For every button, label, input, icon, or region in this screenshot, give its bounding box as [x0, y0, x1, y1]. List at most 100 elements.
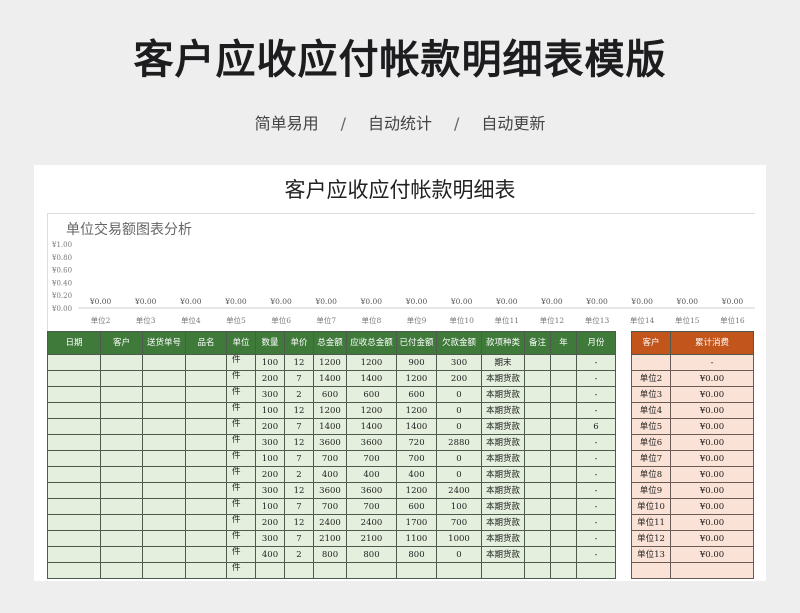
table-cell[interactable]: [481, 562, 525, 579]
table-cell[interactable]: [142, 434, 186, 451]
table-cell[interactable]: [524, 386, 551, 403]
table-cell[interactable]: [142, 466, 186, 483]
table-cell[interactable]: [142, 386, 186, 403]
table-cell[interactable]: [142, 530, 186, 547]
table-cell[interactable]: 件: [226, 370, 256, 387]
table-cell[interactable]: 100: [255, 402, 285, 419]
table-cell[interactable]: [436, 562, 482, 579]
table-cell[interactable]: 件: [226, 482, 256, 499]
table-cell[interactable]: 件: [226, 418, 256, 435]
table-cell[interactable]: 400: [255, 546, 285, 563]
table-cell[interactable]: 1200: [396, 370, 437, 387]
table-cell[interactable]: [524, 562, 551, 579]
table-cell[interactable]: 1200: [313, 354, 347, 371]
table-cell[interactable]: [185, 562, 227, 579]
table-cell[interactable]: [346, 562, 397, 579]
table-cell[interactable]: [100, 482, 143, 499]
summary-cell[interactable]: ¥0.00: [670, 418, 754, 435]
table-cell[interactable]: 本期货款: [481, 434, 525, 451]
table-cell[interactable]: [100, 546, 143, 563]
table-cell[interactable]: 1200: [313, 402, 347, 419]
table-cell[interactable]: 200: [255, 370, 285, 387]
table-cell[interactable]: 700: [436, 514, 482, 531]
table-cell[interactable]: 1200: [346, 402, 397, 419]
table-cell[interactable]: -: [576, 434, 616, 451]
table-cell[interactable]: 2880: [436, 434, 482, 451]
table-cell[interactable]: 400: [313, 466, 347, 483]
table-cell[interactable]: [550, 370, 577, 387]
table-cell[interactable]: 400: [396, 466, 437, 483]
table-cell[interactable]: [47, 418, 101, 435]
table-cell[interactable]: 0: [436, 418, 482, 435]
table-cell[interactable]: [550, 562, 577, 579]
table-cell[interactable]: [100, 402, 143, 419]
table-cell[interactable]: 本期货款: [481, 418, 525, 435]
table-cell[interactable]: [100, 386, 143, 403]
summary-cell[interactable]: 单位8: [631, 466, 671, 483]
table-cell[interactable]: 件: [226, 402, 256, 419]
table-cell[interactable]: 100: [255, 498, 285, 515]
table-cell[interactable]: [524, 370, 551, 387]
table-cell[interactable]: [185, 370, 227, 387]
table-cell[interactable]: 0: [436, 450, 482, 467]
table-cell[interactable]: [100, 450, 143, 467]
table-cell[interactable]: 本期货款: [481, 450, 525, 467]
table-cell[interactable]: [185, 434, 227, 451]
table-cell[interactable]: -: [576, 546, 616, 563]
table-cell[interactable]: 100: [255, 354, 285, 371]
table-cell[interactable]: [550, 546, 577, 563]
summary-cell[interactable]: 单位9: [631, 482, 671, 499]
table-cell[interactable]: 本期货款: [481, 514, 525, 531]
table-cell[interactable]: 800: [396, 546, 437, 563]
summary-cell[interactable]: 单位4: [631, 402, 671, 419]
summary-cell[interactable]: 单位10: [631, 498, 671, 515]
table-cell[interactable]: [550, 418, 577, 435]
table-cell[interactable]: [100, 530, 143, 547]
table-cell[interactable]: 0: [436, 546, 482, 563]
table-cell[interactable]: 2400: [436, 482, 482, 499]
table-cell[interactable]: 1400: [346, 418, 397, 435]
table-cell[interactable]: [185, 418, 227, 435]
table-cell[interactable]: [185, 514, 227, 531]
table-cell[interactable]: 1400: [346, 370, 397, 387]
table-cell[interactable]: [550, 466, 577, 483]
table-cell[interactable]: 200: [255, 514, 285, 531]
table-cell[interactable]: 700: [313, 450, 347, 467]
summary-cell[interactable]: [670, 562, 754, 579]
table-cell[interactable]: 700: [313, 498, 347, 515]
table-cell[interactable]: [142, 450, 186, 467]
table-cell[interactable]: 本期货款: [481, 466, 525, 483]
table-cell[interactable]: 本期货款: [481, 498, 525, 515]
summary-cell[interactable]: ¥0.00: [670, 434, 754, 451]
table-cell[interactable]: [524, 546, 551, 563]
table-cell[interactable]: [47, 530, 101, 547]
summary-cell[interactable]: ¥0.00: [670, 498, 754, 515]
table-cell[interactable]: [142, 354, 186, 371]
table-cell[interactable]: 300: [255, 434, 285, 451]
table-cell[interactable]: 300: [255, 386, 285, 403]
table-cell[interactable]: 7: [284, 370, 314, 387]
table-cell[interactable]: 0: [436, 402, 482, 419]
table-cell[interactable]: [524, 530, 551, 547]
table-cell[interactable]: 700: [346, 498, 397, 515]
table-cell[interactable]: 2: [284, 466, 314, 483]
table-cell[interactable]: [550, 530, 577, 547]
table-cell[interactable]: 1400: [396, 418, 437, 435]
table-cell[interactable]: [47, 562, 101, 579]
table-cell[interactable]: [47, 354, 101, 371]
table-cell[interactable]: 1200: [396, 482, 437, 499]
summary-cell[interactable]: ¥0.00: [670, 530, 754, 547]
table-cell[interactable]: 600: [346, 386, 397, 403]
table-cell[interactable]: [185, 498, 227, 515]
summary-cell[interactable]: ¥0.00: [670, 546, 754, 563]
table-cell[interactable]: [550, 482, 577, 499]
table-cell[interactable]: [550, 434, 577, 451]
table-cell[interactable]: [550, 450, 577, 467]
table-cell[interactable]: 200: [436, 370, 482, 387]
table-cell[interactable]: 件: [226, 450, 256, 467]
table-cell[interactable]: [185, 466, 227, 483]
table-cell[interactable]: [47, 386, 101, 403]
table-cell[interactable]: [550, 386, 577, 403]
table-cell[interactable]: [185, 402, 227, 419]
summary-cell[interactable]: 单位3: [631, 386, 671, 403]
